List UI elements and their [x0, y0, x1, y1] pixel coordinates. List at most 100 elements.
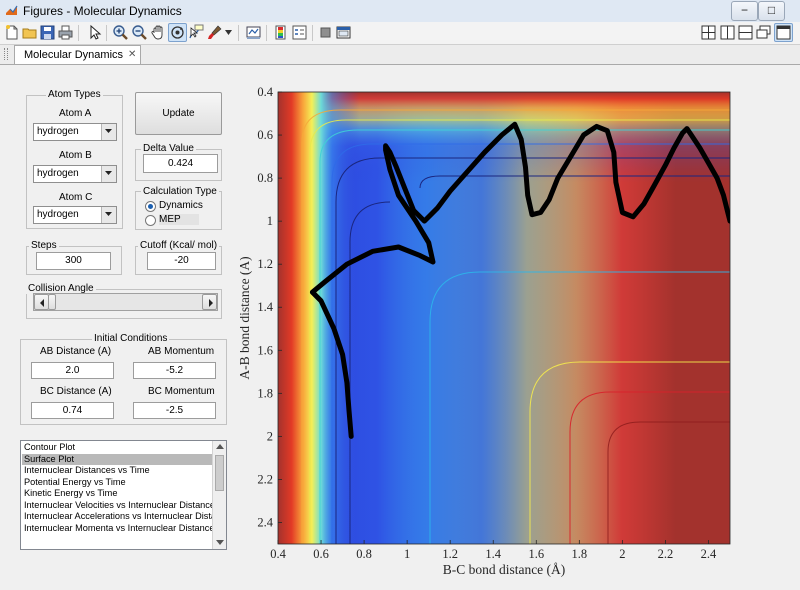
- pointer-icon[interactable]: [86, 24, 103, 41]
- left-right-icon[interactable]: [719, 24, 736, 41]
- x-tick-label: 1: [404, 547, 410, 561]
- x-tick-label: 2: [619, 547, 625, 561]
- x-axis-label: B-C bond distance (Å): [443, 562, 566, 577]
- slider-right-button[interactable]: [202, 294, 217, 310]
- x-tick-label: 2.4: [701, 547, 717, 561]
- list-item[interactable]: Internuclear Accelerations vs Internucle…: [22, 511, 212, 523]
- list-item[interactable]: Potential Energy vs Time: [22, 477, 212, 489]
- link-plot-icon[interactable]: [245, 24, 262, 41]
- show-plot-tools-icon[interactable]: [335, 24, 352, 41]
- y-tick-label: 0.4: [257, 85, 273, 99]
- open-icon[interactable]: [21, 24, 38, 41]
- x-tick-label: 1.2: [442, 547, 458, 561]
- tab-grip: [4, 48, 8, 60]
- hide-plot-tools-icon[interactable]: [317, 24, 334, 41]
- maximize-button[interactable]: □: [758, 1, 785, 21]
- list-item[interactable]: Internuclear Momenta vs Internuclear Dis…: [22, 523, 212, 535]
- y-tick-label: 2.2: [257, 472, 273, 486]
- y-tick-label: 2: [267, 429, 273, 443]
- pan-hand-icon[interactable]: [150, 24, 167, 41]
- y-tick-label: 0.6: [257, 128, 273, 142]
- atom-types-title: Atom Types: [46, 89, 103, 100]
- potential-surface: [278, 92, 730, 544]
- chevron-down-icon[interactable]: [216, 540, 224, 546]
- minimize-button[interactable]: −: [731, 1, 758, 21]
- save-icon[interactable]: [39, 24, 56, 41]
- list-item[interactable]: Surface Plot: [22, 453, 212, 465]
- bc-momentum-input[interactable]: -2.5: [133, 402, 216, 419]
- scrollbar-thumb[interactable]: [215, 455, 224, 491]
- x-tick-label: 1.6: [528, 547, 544, 561]
- chevron-down-icon: [105, 129, 112, 133]
- bc-distance-label: BC Distance (A): [40, 386, 112, 397]
- bc-momentum-label: BC Momentum: [148, 386, 215, 397]
- cutoff-title: Cutoff (Kcal/ mol): [138, 240, 220, 251]
- atom-a-label: Atom A: [59, 108, 92, 119]
- atom-b-label: Atom B: [59, 150, 92, 161]
- atom-c-label: Atom C: [59, 192, 93, 203]
- mep-label: MEP: [159, 214, 199, 225]
- slider-left-button[interactable]: [34, 294, 49, 310]
- x-tick-label: 1.8: [572, 547, 588, 561]
- cutoff-input[interactable]: -20: [147, 252, 216, 270]
- initial-conditions-title: Initial Conditions: [92, 333, 170, 344]
- x-tick-label: 0.6: [313, 547, 329, 561]
- atom-a-select[interactable]: hydrogen: [33, 123, 117, 141]
- list-item[interactable]: Internuclear Velocities vs Internuclear …: [22, 500, 212, 512]
- y-tick-label: 0.8: [257, 171, 273, 185]
- y-tick-label: 1.4: [257, 300, 273, 314]
- slider-thumb[interactable]: [48, 294, 56, 310]
- list-item[interactable]: Kinetic Energy vs Time: [22, 488, 212, 500]
- collision-angle-slider[interactable]: [33, 293, 218, 311]
- list-item[interactable]: Internuclear Distances vs Time: [22, 465, 212, 477]
- x-tick-label: 2.2: [658, 547, 674, 561]
- figure-toolbar: [0, 22, 800, 45]
- atom-c-select[interactable]: hydrogen: [33, 206, 117, 224]
- y-tick-label: 1: [267, 214, 273, 228]
- atom-b-select[interactable]: hydrogen: [33, 165, 117, 183]
- chevron-right-icon: [209, 299, 213, 307]
- x-tick-label: 0.8: [356, 547, 372, 561]
- brush-icon[interactable]: [206, 24, 223, 41]
- bc-distance-input[interactable]: 0.74: [31, 402, 114, 419]
- chevron-down-icon: [105, 212, 112, 216]
- ab-distance-label: AB Distance (A): [40, 346, 112, 357]
- tile-icon[interactable]: [700, 24, 717, 41]
- steps-input[interactable]: 300: [36, 252, 111, 270]
- zoom-in-icon[interactable]: [112, 24, 129, 41]
- window-title: Figures - Molecular Dynamics: [23, 4, 182, 18]
- matlab-icon: [6, 5, 18, 15]
- pes-contour-chart[interactable]: 0.4 0.6 0.8 1 1.2 1.4 1.6 1.8 2 2.2 2.4 0.4 0.6 0.8 1 1…: [240, 82, 760, 582]
- new-figure-icon[interactable]: [3, 24, 20, 41]
- y-axis-label: A-B bond distance (Å): [240, 256, 252, 379]
- chevron-up-icon[interactable]: [216, 444, 224, 450]
- chevron-down-icon: [105, 171, 112, 175]
- ab-momentum-label: AB Momentum: [148, 346, 215, 357]
- dock-icon[interactable]: [774, 23, 793, 42]
- update-button[interactable]: Update: [135, 92, 222, 135]
- rotate-3d-icon[interactable]: [168, 23, 187, 42]
- print-icon[interactable]: [57, 24, 74, 41]
- tab-molecular-dynamics[interactable]: Molecular Dynamics ✕: [14, 45, 141, 64]
- tab-label: Molecular Dynamics: [24, 49, 124, 61]
- data-cursor-icon[interactable]: [187, 24, 204, 41]
- top-bottom-icon[interactable]: [737, 24, 754, 41]
- colorbar-icon[interactable]: [272, 24, 289, 41]
- ab-distance-input[interactable]: 2.0: [31, 362, 114, 379]
- dynamics-radio[interactable]: [145, 201, 156, 212]
- mep-radio[interactable]: [145, 215, 156, 226]
- close-icon[interactable]: ✕: [128, 49, 136, 60]
- list-item[interactable]: Contour Plot: [22, 442, 212, 454]
- delta-value-title: Delta Value: [141, 143, 196, 154]
- delta-value-input[interactable]: 0.424: [143, 154, 218, 173]
- float-icon[interactable]: [755, 24, 772, 41]
- plot-type-listbox[interactable]: Contour Plot Surface Plot Internuclear D…: [20, 440, 227, 550]
- ab-momentum-input[interactable]: -5.2: [133, 362, 216, 379]
- calculation-type-title: Calculation Type: [141, 186, 219, 197]
- legend-icon[interactable]: [291, 24, 308, 41]
- listbox-scrollbar[interactable]: [212, 441, 226, 549]
- y-tick-label: 2.4: [257, 515, 273, 529]
- dynamics-label: Dynamics: [159, 200, 203, 211]
- zoom-out-icon[interactable]: [131, 24, 148, 41]
- chevron-down-icon[interactable]: [225, 30, 232, 36]
